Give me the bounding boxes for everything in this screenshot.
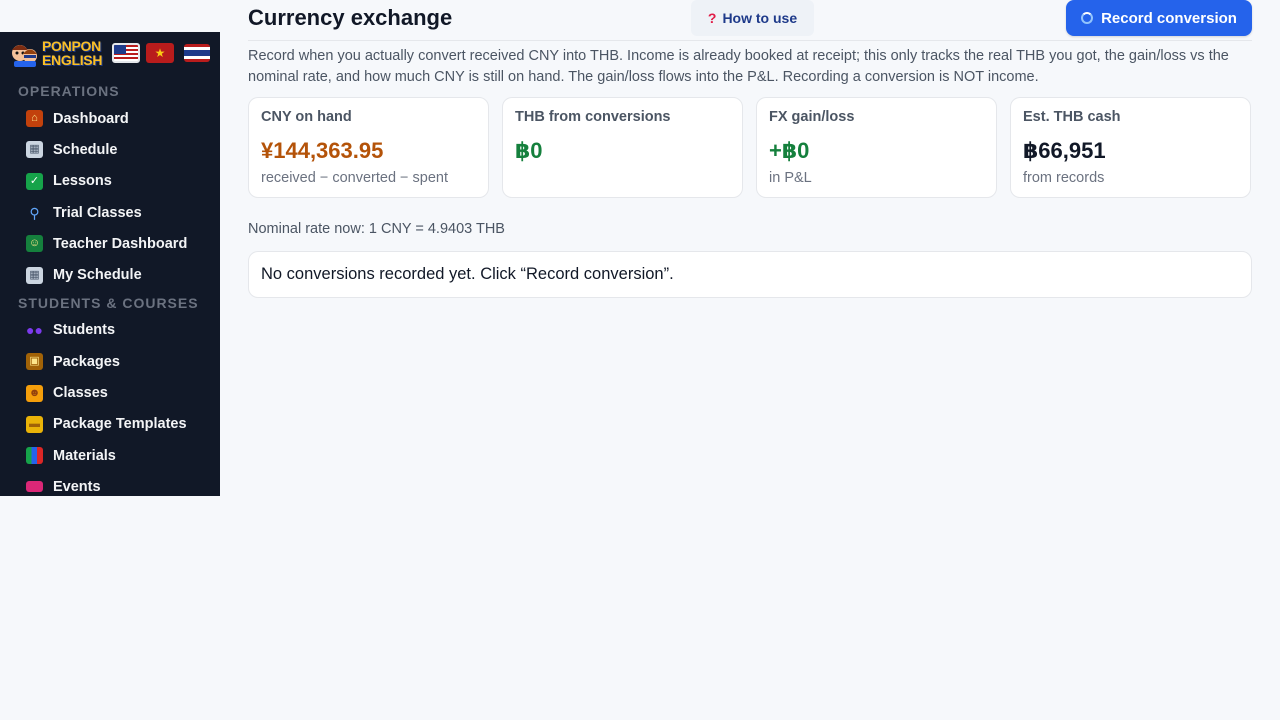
sidebar-item-label: Trial Classes — [53, 204, 142, 221]
sidebar-item-students[interactable]: ●● Students — [0, 315, 220, 346]
house-icon: ⌂ — [26, 110, 43, 128]
page-description: Record when you actually convert receive… — [248, 48, 1229, 85]
sidebar-item-label: Package Templates — [53, 416, 187, 433]
card-subtext: received − converted − spent — [261, 170, 449, 186]
card-subtext: from records — [1023, 170, 1105, 186]
conversions-empty-state: No conversions recorded yet. Click “Reco… — [248, 251, 1252, 298]
sidebar-item-teacher-dashboard[interactable]: ☺ Teacher Dashboard — [0, 228, 220, 259]
refresh-icon — [1081, 12, 1094, 24]
sidebar-item-classes[interactable]: ☻ Classes — [0, 377, 220, 408]
card-value: ฿0 — [515, 138, 543, 163]
mascot-icon — [10, 38, 40, 68]
card-label: FX gain/loss — [769, 109, 855, 125]
card-label: Est. THB cash — [1023, 109, 1121, 125]
sidebar-item-label: Lessons — [53, 173, 112, 190]
sidebar-item-label: Schedule — [53, 141, 118, 158]
english-flag-icon[interactable] — [112, 43, 140, 63]
page-title: Currency exchange — [248, 5, 453, 30]
summary-cards: CNY on hand ¥144,363.95 received − conve… — [248, 97, 1252, 198]
nominal-rate-note: Nominal rate now: 1 CNY = 4.9403 THB — [248, 221, 505, 237]
card-thb-from-conversions: THB from conversions ฿0 — [502, 97, 743, 198]
question-icon: ? — [707, 10, 717, 26]
card-value: ¥144,363.95 — [261, 138, 384, 163]
sidebar-item-label: Events — [53, 478, 101, 495]
books-icon — [26, 447, 43, 465]
sidebar: PONPON ENGLISH ★ OPERATIONS ⌂ Dashboard … — [0, 32, 220, 496]
sidebar-item-label: My Schedule — [53, 267, 142, 284]
sidebar-item-label: Packages — [53, 353, 120, 370]
ticket-icon — [26, 481, 43, 493]
people-icon: ●● — [26, 322, 43, 339]
group-icon: ☻ — [26, 384, 43, 402]
card-label: THB from conversions — [515, 109, 671, 125]
logo-line-2: ENGLISH — [42, 52, 103, 68]
empty-state-message: No conversions recorded yet. Click “Reco… — [261, 265, 674, 283]
checkmark-icon: ✓ — [26, 172, 43, 190]
sidebar-item-label: Classes — [53, 385, 108, 402]
logo-line-1: PONPON — [42, 38, 101, 54]
teacher-icon: ☺ — [26, 235, 43, 253]
sidebar-item-dashboard[interactable]: ⌂ Dashboard — [0, 103, 220, 134]
card-value: ฿66,951 — [1023, 138, 1106, 163]
header-divider — [248, 40, 1252, 41]
calendar-icon: ▦ — [26, 266, 43, 284]
sidebar-item-schedule[interactable]: ▦ Schedule — [0, 134, 220, 165]
sidebar-item-trial-classes[interactable]: ⚲ Trial Classes — [0, 197, 220, 228]
how-to-use-label: How to use — [722, 10, 798, 26]
card-value: +฿0 — [769, 138, 810, 163]
calendar-icon: ▦ — [26, 141, 43, 159]
record-conversion-label: Record conversion — [1101, 9, 1237, 27]
card-fx-gain-loss: FX gain/loss +฿0 in P&L — [756, 97, 997, 198]
nav-section-operations: OPERATIONS — [18, 83, 120, 99]
sidebar-item-label: Teacher Dashboard — [53, 235, 188, 252]
how-to-use-button[interactable]: ? How to use — [691, 0, 814, 36]
app-logo[interactable]: PONPON ENGLISH — [10, 38, 106, 68]
card-cny-on-hand: CNY on hand ¥144,363.95 received − conve… — [248, 97, 489, 198]
logo-text: PONPON ENGLISH — [42, 39, 102, 67]
card-label: CNY on hand — [261, 109, 352, 125]
magnifier-icon: ⚲ — [29, 204, 40, 221]
chinese-flag-icon[interactable]: ★ — [146, 43, 174, 63]
sidebar-item-lessons[interactable]: ✓ Lessons — [0, 166, 220, 197]
package-icon: ▣ — [26, 353, 43, 371]
sidebar-item-label: Dashboard — [53, 110, 129, 127]
sidebar-item-my-schedule[interactable]: ▦ My Schedule — [0, 259, 220, 290]
thai-flag-icon[interactable] — [184, 44, 210, 62]
sidebar-item-materials[interactable]: Materials — [0, 440, 220, 471]
nav-section-students-courses: STUDENTS & COURSES — [18, 294, 199, 311]
sidebar-item-label: Students — [53, 322, 116, 339]
sidebar-item-package-templates[interactable]: ▬ Package Templates — [0, 409, 220, 440]
sidebar-item-label: Materials — [53, 447, 116, 464]
brand-row: PONPON ENGLISH ★ — [0, 34, 220, 72]
sidebar-item-events[interactable]: Events — [0, 471, 220, 496]
record-conversion-button[interactable]: Record conversion — [1066, 0, 1252, 36]
card-subtext: in P&L — [769, 170, 812, 186]
card-est-thb-cash: Est. THB cash ฿66,951 from records — [1010, 97, 1251, 198]
sidebar-item-packages[interactable]: ▣ Packages — [0, 346, 220, 377]
folder-icon: ▬ — [26, 415, 43, 433]
